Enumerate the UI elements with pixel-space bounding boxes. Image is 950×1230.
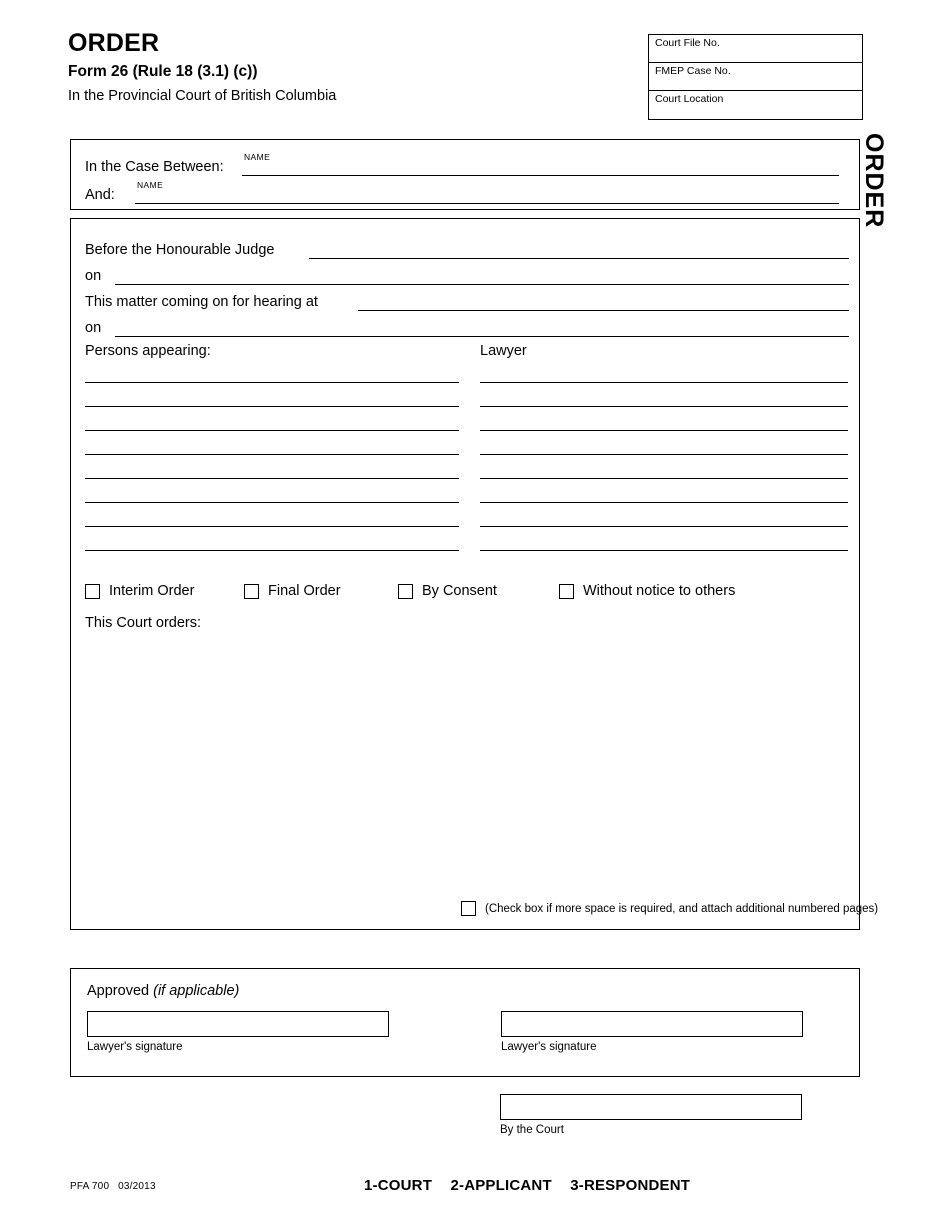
court-orders-heading: This Court orders:	[85, 615, 202, 631]
name-tag-respondent: NAME	[137, 180, 164, 190]
judge-label: Before the Honourable Judge	[85, 242, 275, 258]
lawyer-line-4[interactable]	[480, 454, 848, 455]
lawyer-line-3[interactable]	[480, 430, 848, 431]
case-between-input[interactable]	[242, 175, 839, 176]
lawyer-signature-caption-right: Lawyer's signature	[501, 1041, 597, 1053]
case-between-row: In the Case Between: NAME	[85, 150, 849, 176]
form-number: PFA 700	[70, 1181, 110, 1192]
persons-line-7[interactable]	[85, 526, 459, 527]
checkbox-by-consent-label: By Consent	[422, 583, 497, 599]
lawyer-signature-group-left: Lawyer's signature	[87, 1011, 389, 1053]
court-location-field[interactable]: Court Location	[649, 91, 862, 119]
judge-date-input[interactable]	[115, 284, 849, 285]
checkbox-interim-order-box[interactable]	[85, 583, 100, 599]
approved-box: Approved (if applicable) Lawyer's signat…	[70, 968, 860, 1077]
judge-row: Before the Honourable Judge	[85, 234, 849, 259]
approved-heading-main: Approved	[87, 983, 154, 999]
lawyer-signature-group-right: Lawyer's signature	[501, 1011, 803, 1053]
footer-distribution: 1-COURT 2-APPLICANT 3-RESPONDENT	[364, 1177, 690, 1194]
checkbox-more-space-box[interactable]	[461, 901, 476, 916]
page-title: ORDER	[68, 29, 160, 57]
hearing-date-input[interactable]	[115, 336, 849, 337]
court-signature-caption: By the Court	[500, 1124, 564, 1136]
persons-line-1[interactable]	[85, 382, 459, 383]
court-signature-input[interactable]	[500, 1094, 802, 1120]
fmep-case-no-field[interactable]: FMEP Case No.	[649, 63, 862, 91]
lawyer-line-8[interactable]	[480, 550, 848, 551]
checkbox-without-notice-box[interactable]	[559, 583, 574, 599]
case-and-input[interactable]	[135, 203, 839, 204]
checkbox-by-consent-box[interactable]	[398, 583, 413, 599]
approved-heading: Approved (if applicable)	[87, 983, 239, 999]
judge-input[interactable]	[309, 258, 849, 259]
persons-line-3[interactable]	[85, 430, 459, 431]
fmep-case-no-label: FMEP Case No.	[655, 65, 731, 77]
persons-line-4[interactable]	[85, 454, 459, 455]
copy-court: 1-COURT	[364, 1177, 433, 1194]
case-and-label: And:	[85, 187, 115, 203]
lawyer-line-1[interactable]	[480, 382, 848, 383]
revision-date: 03/2013	[118, 1181, 156, 1192]
case-and-row: And: NAME	[85, 178, 849, 204]
more-space-text: (Check box if more space is required, an…	[485, 902, 879, 915]
lawyer-line-6[interactable]	[480, 502, 848, 503]
checkbox-final-order[interactable]: Final Order	[244, 583, 341, 599]
court-file-no-field[interactable]: Court File No.	[649, 35, 862, 63]
parties-box: In the Case Between: NAME And: NAME	[70, 139, 860, 210]
name-tag-applicant: NAME	[244, 152, 271, 162]
checkbox-final-order-box[interactable]	[244, 583, 259, 599]
approved-heading-italic: (if applicable)	[153, 983, 240, 999]
persons-appearing-heading: Persons appearing:	[85, 343, 211, 359]
footer-form-number: PFA 700 03/2013	[70, 1181, 156, 1192]
court-signature-group: By the Court	[500, 1094, 802, 1136]
lawyer-signature-input-right[interactable]	[501, 1011, 803, 1037]
hearing-location-input[interactable]	[358, 310, 849, 311]
checkbox-by-consent[interactable]: By Consent	[398, 583, 497, 599]
judge-date-row: on	[85, 260, 849, 285]
case-between-label: In the Case Between:	[85, 159, 224, 175]
file-number-boxes: Court File No. FMEP Case No. Court Locat…	[648, 34, 863, 120]
lawyer-line-5[interactable]	[480, 478, 848, 479]
title-block: ORDER Form 26 (Rule 18 (3.1) (c)) In the…	[68, 30, 588, 105]
lawyer-line-2[interactable]	[480, 406, 848, 407]
lawyer-signature-input-left[interactable]	[87, 1011, 389, 1037]
court-name: In the Provincial Court of British Colum…	[68, 88, 337, 105]
persons-line-6[interactable]	[85, 502, 459, 503]
form-subtitle: Form 26 (Rule 18 (3.1) (c))	[68, 63, 258, 81]
judge-date-label: on	[85, 268, 102, 284]
copy-applicant: 2-APPLICANT	[450, 1177, 552, 1194]
more-space-note[interactable]: (Check box if more space is required, an…	[461, 901, 878, 916]
lawyer-signature-caption-left: Lawyer's signature	[87, 1041, 183, 1053]
hearing-location-row: This matter coming on for hearing at	[85, 286, 849, 311]
main-order-box: Before the Honourable Judge on This matt…	[70, 218, 878, 930]
persons-line-5[interactable]	[85, 478, 459, 479]
checkbox-without-notice-label: Without notice to others	[583, 583, 736, 599]
court-location-label: Court Location	[655, 93, 724, 105]
persons-line-2[interactable]	[85, 406, 459, 407]
checkbox-interim-order-label: Interim Order	[109, 583, 195, 599]
checkbox-interim-order[interactable]: Interim Order	[85, 583, 194, 599]
court-file-no-label: Court File No.	[655, 37, 720, 49]
hearing-date-label: on	[85, 320, 102, 336]
checkbox-final-order-label: Final Order	[268, 583, 341, 599]
persons-line-8[interactable]	[85, 550, 459, 551]
copy-respondent: 3-RESPONDENT	[570, 1177, 691, 1194]
lawyer-heading: Lawyer	[480, 343, 527, 359]
checkbox-without-notice[interactable]: Without notice to others	[559, 583, 735, 599]
hearing-location-label: This matter coming on for hearing at	[85, 294, 318, 310]
lawyer-line-7[interactable]	[480, 526, 848, 527]
hearing-date-row: on	[85, 312, 849, 337]
